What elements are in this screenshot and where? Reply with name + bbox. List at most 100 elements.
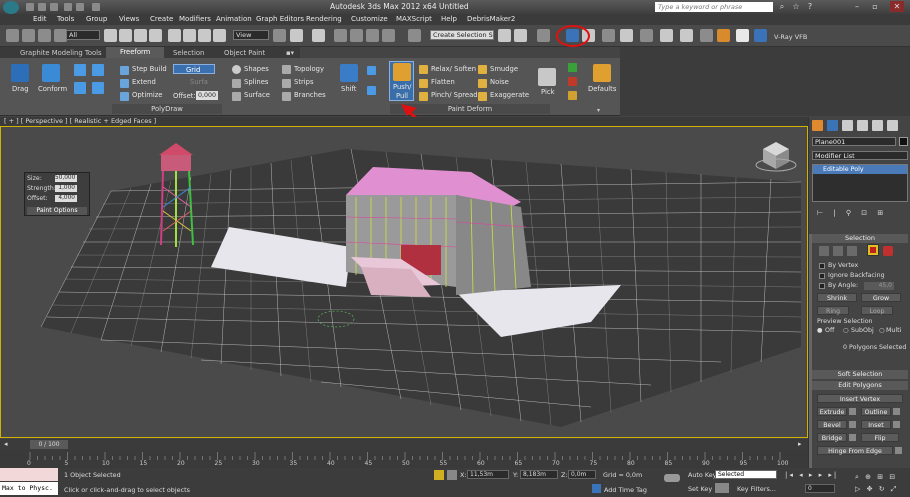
branches-icon[interactable] (282, 92, 291, 101)
conform-option-icon[interactable] (74, 64, 86, 76)
conform-button[interactable]: Conform (38, 85, 67, 93)
search-input[interactable]: Type a keyword or phrase (655, 2, 773, 12)
track-bar[interactable]: 0 5 10 15 20 25 30 35 40 45 50 55 60 65 70 75 80 85 90 95 10… (0, 450, 808, 468)
pivot-center-icon[interactable] (273, 29, 286, 42)
add-time-tag[interactable]: Add Time Tag (604, 486, 647, 494)
render-setup-icon[interactable] (660, 29, 673, 42)
relax-soften-button[interactable]: Relax/ Soften (431, 65, 476, 73)
edit-named-selection-icon[interactable] (408, 29, 421, 42)
search-icon[interactable]: ⌕ (775, 1, 789, 12)
key-icon[interactable] (664, 474, 680, 482)
maxscript-input[interactable]: Max to Physc. (0, 482, 58, 495)
ribbon-options-icon[interactable]: ▪▾ (286, 49, 294, 57)
menu-animation[interactable]: Animation (216, 15, 252, 23)
place-icon[interactable] (213, 29, 226, 42)
undo-tool-icon[interactable] (6, 29, 19, 42)
rectangle-selection-icon[interactable] (134, 29, 147, 42)
menu-group[interactable]: Group (86, 15, 107, 23)
scale-icon[interactable] (198, 29, 211, 42)
close-icon[interactable]: ✕ (890, 1, 904, 12)
by-angle-field[interactable]: 45,0 (864, 282, 894, 290)
defaults-button[interactable]: Defaults (588, 85, 616, 93)
commit-icon[interactable] (568, 63, 577, 72)
set-key-icon[interactable] (715, 483, 729, 493)
border-subobject-icon[interactable] (847, 246, 857, 256)
menu-edit[interactable]: Edit (33, 15, 47, 23)
step-build-button[interactable]: Step Build (132, 65, 167, 73)
revert-icon[interactable] (568, 91, 577, 100)
hinge-from-edge-button[interactable]: Hinge From Edge (817, 446, 893, 455)
app-logo-icon[interactable] (3, 1, 19, 14)
exaggerate-button[interactable]: Exaggerate (490, 91, 529, 99)
time-slider-thumb[interactable]: 0 / 100 (30, 440, 68, 449)
inset-settings-icon[interactable] (893, 421, 900, 428)
selection-filter-dropdown[interactable]: All (66, 30, 100, 40)
vray-vfb-icon[interactable] (754, 29, 767, 42)
preview-off-radio[interactable]: ● (817, 327, 823, 334)
stack-tools-icons[interactable]: ⊢ | ⚲ ⊡ ⊞ (817, 209, 897, 217)
shift-button[interactable]: Shift (341, 85, 356, 93)
create-tab-icon[interactable] (812, 120, 823, 131)
stack-item-editable-poly[interactable]: Editable Poly (813, 165, 907, 174)
maxscript-output[interactable] (0, 468, 58, 481)
snaps-toggle-icon[interactable] (334, 29, 347, 42)
tab-selection[interactable]: Selection (173, 49, 204, 57)
polydraw-panel-header[interactable]: PolyDraw (112, 104, 222, 114)
topology-button[interactable]: Topology (294, 65, 324, 73)
size-field[interactable]: 50,000 (55, 175, 77, 182)
bridge-settings-icon[interactable] (849, 434, 856, 441)
perspective-viewport[interactable] (0, 126, 808, 438)
strips-button[interactable]: Strips (294, 78, 314, 86)
flatten-button[interactable]: Flatten (431, 78, 455, 86)
smudge-button[interactable]: Smudge (490, 65, 518, 73)
time-slider-next-icon[interactable]: ▸ (798, 440, 802, 448)
set-key-button[interactable]: Set Key (688, 485, 712, 493)
hinge-settings-icon[interactable] (895, 447, 902, 454)
strength-field[interactable]: 1,000 (55, 185, 77, 192)
edit-polygons-rollout-header[interactable]: Edit Polygons (812, 381, 908, 390)
modifier-list-dropdown[interactable]: Modifier List (812, 151, 908, 160)
preview-multi-radio[interactable]: ○ (879, 327, 885, 334)
offset-field[interactable]: 0,000 (196, 91, 218, 100)
strips-icon[interactable] (282, 79, 291, 88)
menu-views[interactable]: Views (119, 15, 139, 23)
maximize-icon[interactable]: ▫ (868, 1, 882, 12)
optimize-button[interactable]: Optimize (132, 91, 162, 99)
link-icon[interactable] (22, 29, 35, 42)
display-tab-icon[interactable] (872, 120, 883, 131)
menu-create[interactable]: Create (150, 15, 173, 23)
flip-button[interactable]: Flip (861, 433, 899, 442)
branches-button[interactable]: Branches (294, 91, 326, 99)
unlink-icon[interactable] (38, 29, 51, 42)
current-frame-field[interactable]: 0 (805, 484, 835, 493)
material-editor-icon[interactable] (640, 29, 653, 42)
time-tag-icon[interactable] (592, 484, 601, 493)
grid-dropdown[interactable]: Grid (173, 64, 215, 74)
maxscript-listener[interactable]: Max to Physc. (0, 468, 58, 497)
ignore-backfacing-checkbox[interactable] (819, 273, 825, 279)
viewcube-icon[interactable] (755, 142, 797, 172)
panel-dropdown-icon[interactable]: ▾ (597, 107, 600, 114)
activeshade-icon[interactable] (736, 29, 749, 42)
preview-subobj-radio[interactable]: ○ (843, 327, 849, 334)
edge-subobject-icon[interactable] (833, 246, 843, 256)
render-iterative-icon[interactable] (717, 29, 730, 42)
tab-graphite-modeling-tools[interactable]: Graphite Modeling Tools (20, 49, 102, 57)
viewport-label[interactable]: [ + ] [ Perspective ] [ Realistic + Edge… (0, 117, 808, 126)
drag-icon[interactable] (11, 64, 29, 82)
grow-button[interactable]: Grow (861, 293, 901, 302)
menu-tools[interactable]: Tools (57, 15, 74, 23)
new-icon[interactable] (26, 3, 34, 11)
select-manipulate-icon[interactable] (290, 29, 303, 42)
pick-icon[interactable] (538, 68, 556, 86)
spinner-snap-icon[interactable] (382, 29, 395, 42)
splines-button[interactable]: Splines (244, 78, 268, 86)
select-object-icon[interactable] (104, 29, 117, 42)
bevel-button[interactable]: Bevel (817, 420, 847, 429)
surface-button[interactable]: Surface (244, 91, 270, 99)
conform-option-2-icon[interactable] (92, 64, 104, 76)
tab-object-paint[interactable]: Object Paint (224, 49, 265, 57)
angle-snap-icon[interactable] (350, 29, 363, 42)
exaggerate-icon[interactable] (478, 92, 487, 101)
key-set-dropdown[interactable]: Selected (715, 470, 777, 479)
